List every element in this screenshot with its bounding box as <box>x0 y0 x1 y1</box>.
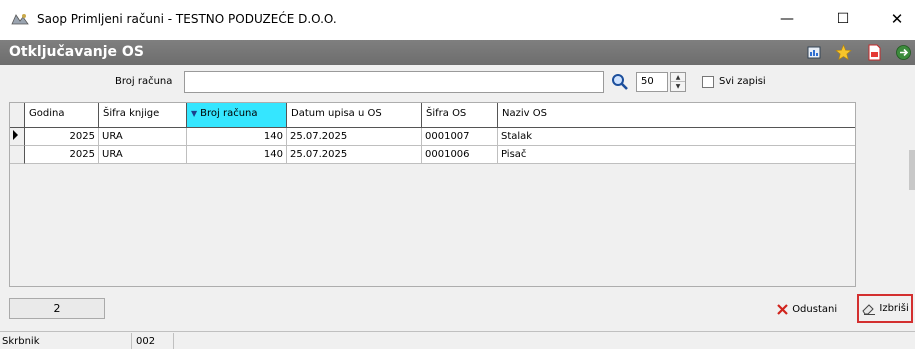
pdf-icon[interactable] <box>866 44 883 61</box>
status-user: Skrbnik <box>0 333 132 349</box>
delete-label: Izbriši <box>879 303 909 314</box>
maximize-button[interactable]: ☐ <box>826 6 860 32</box>
delete-button[interactable]: Izbriši <box>857 294 913 323</box>
cell-sifra-knjige[interactable]: URA <box>99 146 187 164</box>
cell-broj-racuna[interactable]: 140 <box>187 128 287 146</box>
row-indicator <box>10 146 25 164</box>
star-icon[interactable] <box>835 44 852 61</box>
column-header-broj-racuna[interactable]: ▼ Broj računa <box>187 103 287 128</box>
close-button[interactable]: ✕ <box>880 6 914 32</box>
search-label: Broj računa <box>115 76 173 87</box>
window-title: Saop Primljeni računi - TESTNO PODUZEĆE … <box>37 12 337 26</box>
all-records-label: Svi zapisi <box>719 76 766 87</box>
status-bar: Skrbnik 002 <box>0 331 915 349</box>
footer-bar: 2 Odustani Izbriši <box>0 290 915 330</box>
cell-datum-upisa[interactable]: 25.07.2025 <box>287 146 422 164</box>
minimize-button[interactable]: — <box>770 6 804 32</box>
column-label: Datum upisa u OS <box>291 108 382 119</box>
column-label: Godina <box>29 108 65 119</box>
current-row-indicator <box>10 128 25 146</box>
record-count: 2 <box>9 298 105 319</box>
table-row[interactable]: 2025 URA 140 25.07.2025 0001006 Pisač <box>10 146 855 164</box>
exit-icon[interactable] <box>895 44 912 61</box>
cell-broj-racuna[interactable]: 140 <box>187 146 287 164</box>
cancel-button[interactable]: Odustani <box>776 298 837 320</box>
column-header-godina[interactable]: Godina <box>25 103 99 128</box>
column-label: Šifra OS <box>426 108 467 119</box>
column-header-datum-upisa[interactable]: Datum upisa u OS <box>287 103 422 128</box>
page-size-stepper[interactable]: ▲ ▼ <box>670 72 686 92</box>
column-header-sifra-knjige[interactable]: Šifra knjige <box>99 103 187 128</box>
cell-naziv-os[interactable]: Stalak <box>498 128 855 146</box>
grid-corner <box>10 103 25 128</box>
report-icon[interactable] <box>806 44 823 61</box>
form-title: Otključavanje OS <box>9 44 144 60</box>
cancel-icon <box>777 303 788 315</box>
cell-naziv-os[interactable]: Pisač <box>498 146 855 164</box>
records-grid: Godina Šifra knjige ▼ Broj računa Datum u… <box>9 102 856 287</box>
column-label: Šifra knjige <box>103 108 160 119</box>
scrollbar[interactable] <box>909 150 915 190</box>
cell-godina[interactable]: 2025 <box>25 146 99 164</box>
table-row[interactable]: 2025 URA 140 25.07.2025 0001007 Stalak <box>10 128 855 146</box>
sort-desc-icon: ▼ <box>191 109 198 118</box>
window-titlebar: Saop Primljeni računi - TESTNO PODUZEĆE … <box>0 0 915 40</box>
cell-sifra-knjige[interactable]: URA <box>99 128 187 146</box>
cell-datum-upisa[interactable]: 25.07.2025 <box>287 128 422 146</box>
grid-header: Godina Šifra knjige ▼ Broj računa Datum u… <box>10 103 855 128</box>
search-icon[interactable] <box>611 73 629 91</box>
cancel-label: Odustani <box>792 303 838 315</box>
column-label: Naziv OS <box>502 108 547 119</box>
cell-godina[interactable]: 2025 <box>25 128 99 146</box>
stepper-down-icon[interactable]: ▼ <box>671 82 685 91</box>
status-code: 002 <box>134 333 174 349</box>
form-header: Otključavanje OS <box>0 40 915 65</box>
column-header-sifra-os[interactable]: Šifra OS <box>422 103 498 128</box>
search-row: Broj računa 50 ▲ ▼ Svi zapisi <box>0 66 915 100</box>
cell-sifra-os[interactable]: 0001006 <box>422 146 498 164</box>
page-size-input[interactable]: 50 <box>636 72 668 92</box>
column-label: Broj računa <box>200 108 258 119</box>
stepper-up-icon[interactable]: ▲ <box>671 73 685 82</box>
column-header-naziv-os[interactable]: Naziv OS <box>498 103 855 128</box>
status-message <box>176 333 915 349</box>
eraser-icon <box>862 304 876 315</box>
app-logo-icon <box>11 14 29 25</box>
search-input[interactable] <box>184 71 604 93</box>
cell-sifra-os[interactable]: 0001007 <box>422 128 498 146</box>
all-records-checkbox[interactable] <box>702 76 714 88</box>
